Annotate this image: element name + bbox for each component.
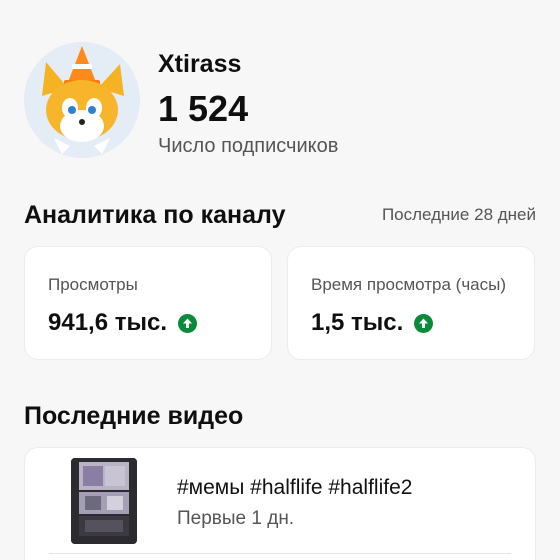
- video-list-item[interactable]: #мемы #halflife #halflife2 Первые 1 дн.: [24, 447, 536, 560]
- views-card[interactable]: Просмотры 941,6 тыс.: [24, 246, 272, 360]
- views-label: Просмотры: [48, 275, 138, 294]
- subscriber-count: 1 524: [158, 88, 249, 129]
- channel-name: Xtirass: [158, 50, 242, 78]
- analytics-period[interactable]: Последние 28 дней: [382, 205, 536, 225]
- watch-time-value: 1,5 тыс.: [311, 309, 404, 336]
- subscriber-label: Число подписчиков: [158, 135, 339, 157]
- views-value-row: 941,6 тыс.: [48, 309, 197, 337]
- avatar-tails-image: [24, 42, 140, 158]
- trend-up-icon: [178, 313, 197, 333]
- channel-avatar[interactable]: [24, 42, 140, 158]
- watch-time-value-row: 1,5 тыс.: [311, 309, 434, 337]
- video-stats: Первые 1 дн.: [177, 508, 295, 529]
- trend-up-icon: [414, 313, 434, 333]
- video-title: #мемы #halflife #halflife2: [177, 476, 413, 499]
- watch-time-label: Время просмотра (часы): [311, 275, 507, 294]
- video-thumbnail[interactable]: [71, 458, 137, 544]
- latest-videos-title: Последние видео: [24, 402, 244, 430]
- analytics-title: Аналитика по каналу: [24, 201, 286, 229]
- views-value: 941,6 тыс.: [48, 309, 167, 336]
- watch-time-card[interactable]: Время просмотра (часы) 1,5 тыс.: [287, 246, 535, 360]
- divider: [49, 553, 511, 554]
